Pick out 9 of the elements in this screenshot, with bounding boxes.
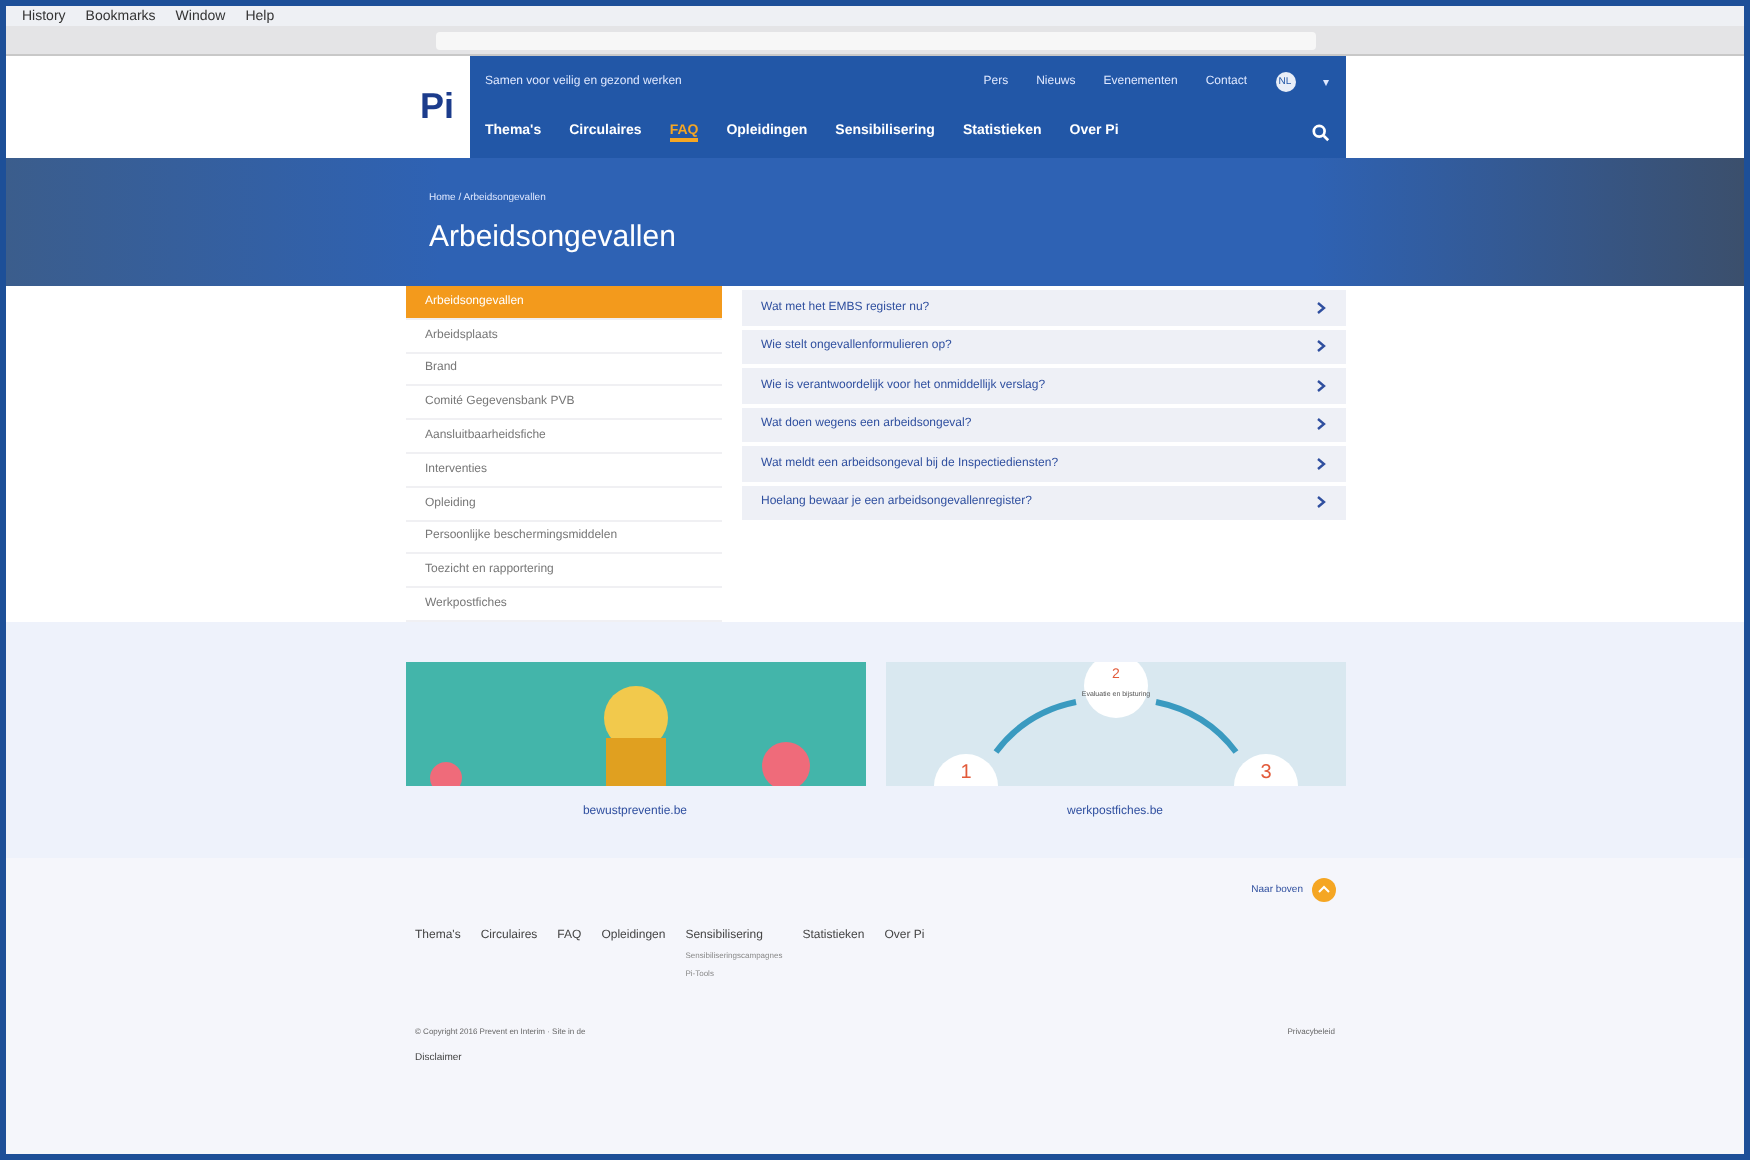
chevron-icon — [1315, 496, 1325, 509]
chevron-icon — [1315, 340, 1325, 353]
illustration-drawing[interactable] — [405, 662, 865, 786]
search-icon[interactable] — [1311, 124, 1329, 142]
chevron-icon — [1315, 379, 1325, 392]
page-title: Arbeidsongevallen — [429, 219, 678, 253]
chevron-icon — [1315, 457, 1325, 470]
chevron-icon — [1315, 418, 1325, 431]
chevron-icon — [1315, 301, 1325, 314]
